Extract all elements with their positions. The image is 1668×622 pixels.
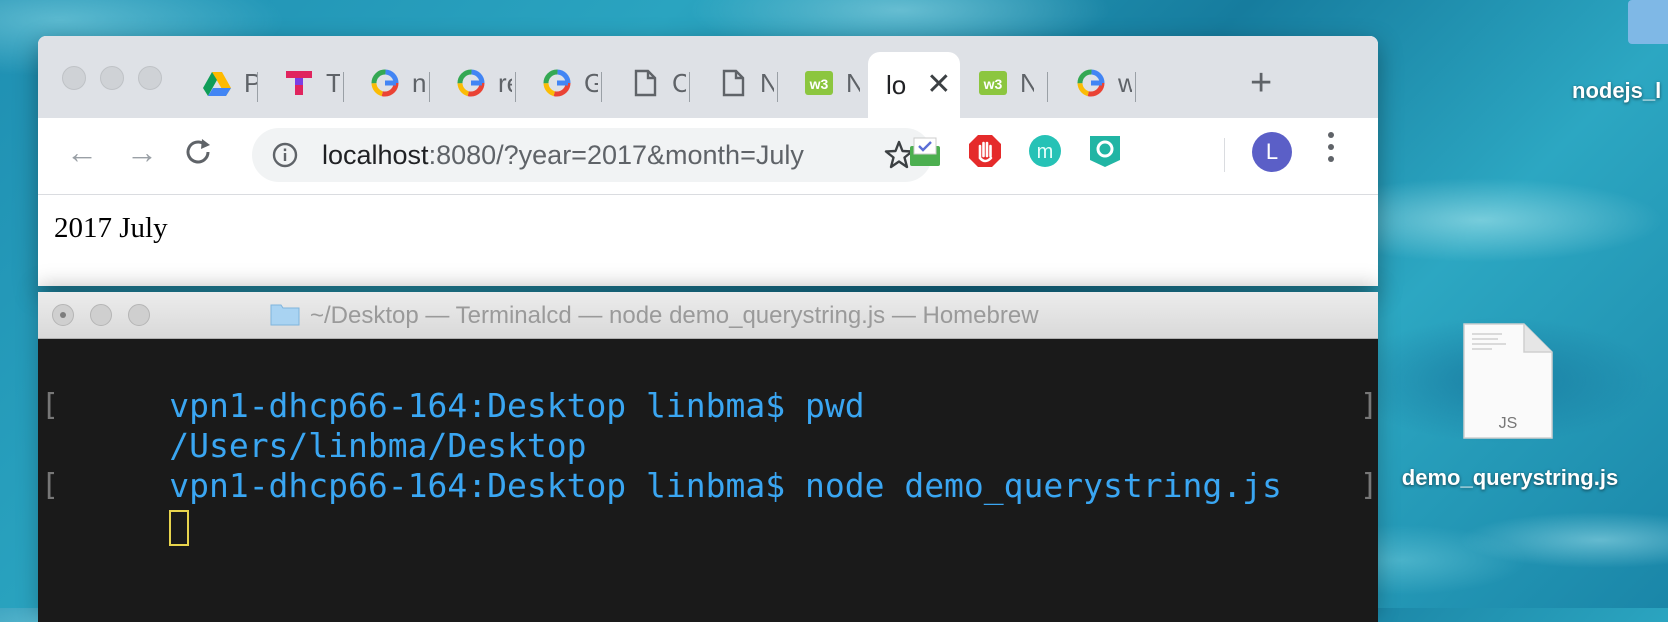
tab-6[interactable]: N	[690, 56, 778, 110]
menu-icon[interactable]	[1328, 132, 1334, 168]
terminal-line: [vpn1-dhcp66-164:Desktop linbma$ pwd]	[41, 386, 1378, 425]
w3schools-icon: w3	[805, 71, 833, 95]
document-icon	[722, 69, 745, 97]
tab-3[interactable]: re	[430, 56, 516, 110]
tab-title: N	[760, 67, 774, 98]
tab-title: P	[244, 67, 258, 98]
tab-title: N	[846, 67, 860, 98]
close-icon[interactable]: ✕	[926, 70, 951, 100]
tab-4[interactable]: G	[516, 56, 602, 110]
google-drive-icon	[203, 72, 231, 96]
reload-icon[interactable]	[184, 138, 214, 168]
svg-text:w3: w3	[983, 76, 1003, 92]
avatar[interactable]: L	[1252, 132, 1292, 172]
forward-button[interactable]: →	[126, 136, 158, 168]
js-file-label[interactable]: demo_querystring.js	[1380, 462, 1640, 494]
document-icon	[634, 69, 657, 97]
js-file-icon[interactable]: JS	[1462, 322, 1554, 440]
tab-active[interactable]: lo ✕	[868, 52, 960, 118]
terminal-window: ~/Desktop — Terminalcd — node demo_query…	[38, 292, 1378, 622]
tab-9[interactable]: w3 N	[960, 56, 1048, 110]
url-host: localhost	[322, 140, 429, 170]
back-button[interactable]: ←	[66, 136, 98, 168]
terminal-line: [vpn1-dhcp66-164:Desktop linbma$ node de…	[41, 466, 1378, 505]
terminal-title: ~/Desktop — Terminalcd — node demo_query…	[310, 302, 1039, 329]
tab-title: w	[1118, 67, 1132, 98]
js-badge: JS	[1499, 415, 1518, 432]
address-bar[interactable]: localhost:8080/?year=2017&month=July	[252, 128, 932, 182]
tab-title: N	[1020, 67, 1034, 98]
mail-check-icon[interactable]	[908, 134, 942, 168]
w3schools-icon: w3	[979, 71, 1007, 95]
info-icon[interactable]	[272, 142, 298, 168]
tab-0[interactable]: P	[170, 56, 258, 110]
google-icon	[457, 69, 485, 97]
svg-text:w3: w3	[809, 76, 829, 92]
ring-extension-icon[interactable]	[1088, 134, 1122, 168]
window-minimize-button[interactable]	[100, 66, 124, 90]
terminal-zoom-button[interactable]	[128, 304, 150, 326]
tab-5[interactable]: C	[602, 56, 690, 110]
adblock-icon[interactable]	[968, 134, 1002, 168]
page-body-text: 2017 July	[54, 212, 168, 244]
folder-icon	[270, 304, 300, 326]
browser-toolbar: ← → localhost:8080/?year=2017&month=July	[38, 118, 1378, 195]
terminal-cursor	[169, 509, 190, 546]
terminal-line-text: vpn1-dhcp66-164:Desktop linbma$ pwd	[169, 386, 865, 425]
url-path: :8080/?year=2017&month=July	[428, 140, 804, 170]
tab-title: T	[326, 67, 340, 98]
tab-title: n	[412, 67, 426, 98]
google-icon	[543, 69, 571, 97]
terminal-minimize-button[interactable]	[90, 304, 112, 326]
google-icon	[371, 69, 399, 97]
document-icon: JS	[1463, 323, 1553, 439]
new-tab-button[interactable]: +	[1250, 64, 1272, 102]
window-zoom-button[interactable]	[138, 66, 162, 90]
svg-text:m: m	[1037, 141, 1054, 163]
terminal-output[interactable]: [vpn1-dhcp66-164:Desktop linbma$ pwd] /U…	[41, 346, 1378, 546]
tab-title: re	[498, 67, 512, 98]
folder-icon[interactable]	[1628, 0, 1668, 44]
browser-window: P T n r G C N w3 N lo ✕ w3 N w + ← → loc…	[38, 36, 1378, 286]
google-icon	[1077, 69, 1105, 97]
tab-title: C	[672, 67, 686, 98]
tab-2[interactable]: n	[344, 56, 430, 110]
terminal-line-text: vpn1-dhcp66-164:Desktop linbma$ node dem…	[169, 466, 1282, 505]
tab-title: lo	[886, 69, 907, 100]
tab-title: G	[584, 67, 598, 98]
terminal-close-button[interactable]	[52, 304, 74, 326]
tab-10[interactable]: w	[1048, 56, 1136, 110]
url-text[interactable]: localhost:8080/?year=2017&month=July	[322, 140, 804, 171]
t-logo-icon	[286, 71, 312, 95]
window-close-button[interactable]	[62, 66, 86, 90]
terminal-titlebar[interactable]: ~/Desktop — Terminalcd — node demo_query…	[38, 292, 1378, 339]
tab-1[interactable]: T	[258, 56, 344, 110]
tab-strip: P T n r G C N w3 N lo ✕ w3 N w +	[38, 36, 1378, 118]
m-extension-icon[interactable]: m	[1028, 134, 1062, 168]
desktop-folder-label[interactable]: nodejs_l	[1572, 78, 1661, 104]
tab-7[interactable]: w3 N	[778, 56, 866, 110]
